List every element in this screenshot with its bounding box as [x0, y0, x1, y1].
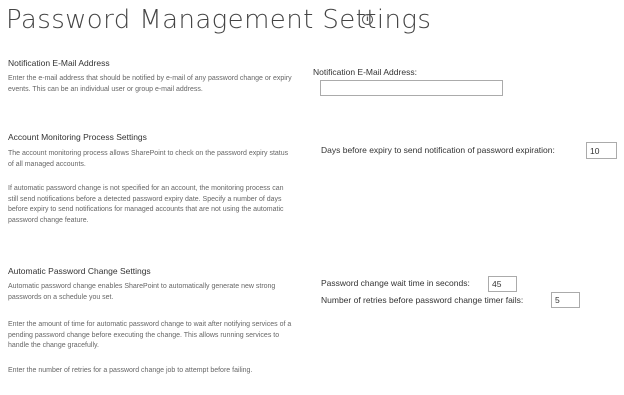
wait-time-label: Password change wait time in seconds: — [321, 278, 470, 288]
account-monitoring-description-2: If automatic password change is not spec… — [8, 185, 284, 224]
info-icon[interactable]: i — [362, 14, 373, 25]
automatic-change-description-1: Automatic password change enables ShareP… — [8, 283, 276, 301]
account-monitoring-heading: Account Monitoring Process Settings — [8, 132, 147, 142]
retries-label: Number of retries before password change… — [321, 295, 524, 305]
automatic-change-description-2: Enter the amount of time for automatic p… — [8, 321, 292, 349]
notification-email-label: Notification E-Mail Address: — [313, 67, 417, 77]
notification-email-heading: Notification E-Mail Address — [8, 58, 110, 68]
wait-time-input[interactable] — [488, 276, 517, 292]
notification-email-description: Enter the e-mail address that should be … — [8, 75, 292, 93]
expiry-days-input[interactable] — [586, 142, 617, 159]
retries-input[interactable] — [551, 292, 580, 308]
automatic-change-description-3: Enter the number of retries for a passwo… — [8, 367, 253, 374]
automatic-change-heading: Automatic Password Change Settings — [8, 266, 151, 276]
expiry-days-label: Days before expiry to send notification … — [321, 145, 555, 155]
account-monitoring-description-1: The account monitoring process allows Sh… — [8, 150, 289, 168]
notification-email-input[interactable] — [320, 80, 503, 96]
